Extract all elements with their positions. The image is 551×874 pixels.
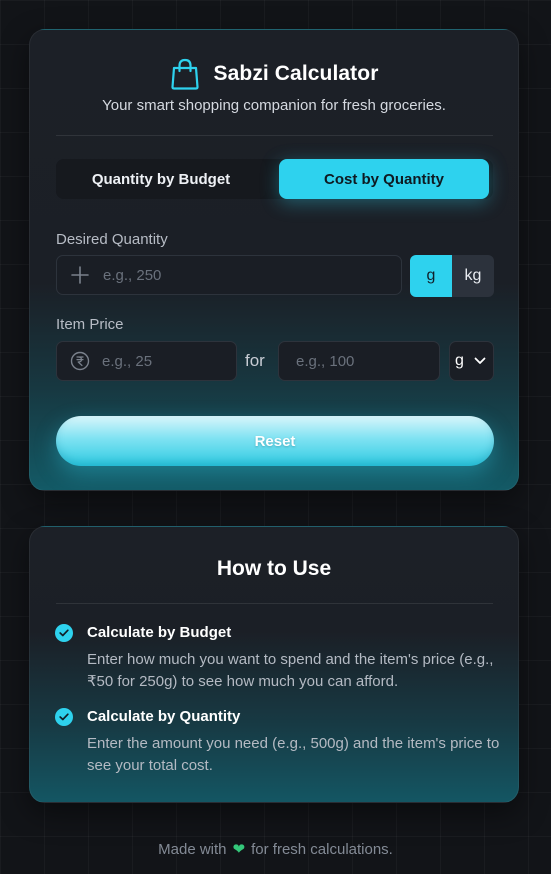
header: Sabzi Calculator [30, 58, 518, 90]
app-title: Sabzi Calculator [213, 62, 379, 85]
footer-prefix: Made with [158, 840, 227, 858]
step-title: Calculate by Quantity [87, 708, 241, 725]
tab-quantity-by-budget[interactable]: Quantity by Budget [56, 159, 266, 199]
reset-button[interactable]: Reset [56, 416, 494, 466]
price-amount-placeholder: e.g., 100 [296, 352, 355, 370]
how-to-use-card: How to Use Calculate by Budget Enter how… [29, 526, 519, 803]
step-description: Enter the amount you need (e.g., 500g) a… [87, 735, 500, 774]
tab-cost-by-quantity[interactable]: Cost by Quantity [279, 159, 489, 199]
check-circle-icon [55, 624, 73, 642]
desired-quantity-input[interactable]: e.g., 250 [56, 255, 402, 295]
unit-kilograms-button[interactable]: kg [452, 255, 494, 297]
heart-icon: ❤ [232, 841, 246, 858]
price-amount-input[interactable]: e.g., 100 [278, 341, 440, 381]
chevron-down-icon [474, 357, 486, 364]
unit-grams-button[interactable]: g [410, 255, 452, 297]
calculator-card: Sabzi Calculator Your smart shopping com… [29, 29, 519, 491]
shopping-bag-icon [170, 58, 199, 90]
mode-tabs: Quantity by Budget Cost by Quantity [56, 159, 493, 199]
app-subtitle: Your smart shopping companion for fresh … [102, 97, 446, 114]
footer: Made with ❤ for fresh calculations. [0, 840, 551, 859]
for-label: for [245, 351, 265, 370]
desired-quantity-label: Desired Quantity [56, 231, 168, 248]
how-to-use-divider [56, 603, 493, 604]
item-price-placeholder: e.g., 25 [102, 352, 153, 370]
footer-suffix: for fresh calculations. [251, 840, 393, 858]
price-unit-select[interactable]: g [449, 341, 494, 381]
how-to-use-title: How to Use [216, 557, 332, 580]
item-price-input[interactable]: e.g., 25 [56, 341, 237, 381]
item-price-label: Item Price [56, 316, 124, 333]
desired-quantity-placeholder: e.g., 250 [103, 266, 162, 284]
plus-icon [71, 266, 89, 284]
check-circle-icon [55, 708, 73, 726]
header-divider [56, 135, 493, 136]
unit-toggle: g kg [410, 255, 494, 297]
price-unit-value: g [455, 352, 464, 369]
step-title: Calculate by Budget [87, 624, 232, 641]
step-description: Enter how much you want to spend and the… [87, 651, 494, 690]
rupee-icon [70, 351, 90, 371]
